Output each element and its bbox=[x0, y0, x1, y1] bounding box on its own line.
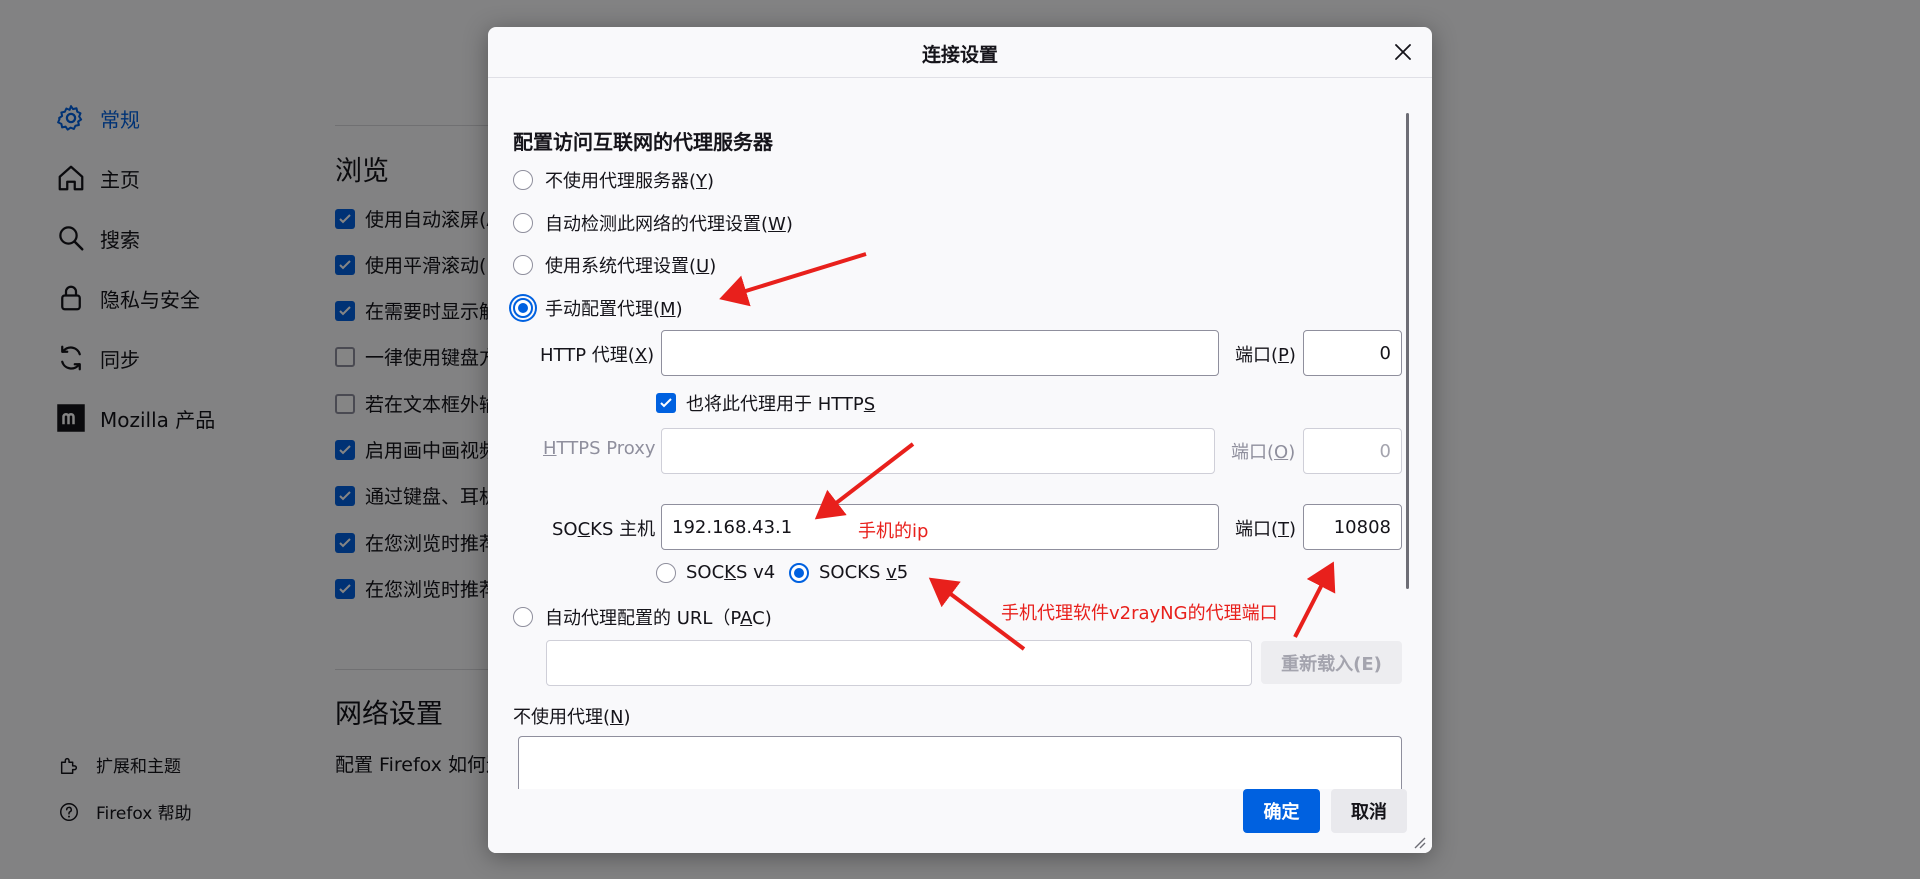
radio-manual-proxy[interactable]: 手动配置代理(M) bbox=[513, 295, 683, 321]
connection-settings-dialog: 连接设置 配置访问互联网的代理服务器 不使用代理服务器(Y) 自动检测此网络的代… bbox=[488, 27, 1432, 853]
dialog-header: 连接设置 bbox=[488, 27, 1432, 78]
https-proxy-label: HTTPS Proxy bbox=[543, 438, 656, 459]
http-port-label: 端口(P) bbox=[1235, 345, 1296, 366]
scrollbar[interactable] bbox=[1406, 113, 1409, 589]
arrow-to-socks-port bbox=[1293, 561, 1336, 638]
radio-auto-detect[interactable]: 自动检测此网络的代理设置(W) bbox=[513, 210, 793, 236]
radio-socks-v4[interactable]: SOCKS v4 bbox=[656, 562, 775, 583]
radio-button-selected[interactable] bbox=[789, 562, 809, 583]
radio-label: SOCKS v5 bbox=[819, 562, 909, 583]
radio-label: SOCKS v4 bbox=[686, 562, 776, 583]
also-https-label: 也将此代理用于 HTTPS bbox=[686, 394, 876, 415]
radio-pac-url[interactable]: 自动代理配置的 URL（PAC) bbox=[513, 604, 772, 630]
https-port-label: 端口(O) bbox=[1231, 442, 1296, 463]
annotation-proxy-port: 手机代理软件v2rayNG的代理端口 bbox=[1001, 603, 1278, 624]
radio-label: 自动检测此网络的代理设置(W) bbox=[545, 214, 793, 235]
arrow-to-manual-proxy bbox=[719, 252, 867, 307]
socks-host-input[interactable]: 192.168.43.1 bbox=[661, 504, 1219, 550]
radio-label: 不使用代理服务器(Y) bbox=[545, 171, 715, 192]
radio-socks-v5[interactable]: SOCKS v5 bbox=[789, 562, 908, 583]
radio-button[interactable] bbox=[513, 213, 533, 233]
radio-label: 使用系统代理设置(U) bbox=[545, 256, 717, 277]
annotation-phone-ip: 手机的ip bbox=[858, 521, 929, 542]
radio-no-proxy[interactable]: 不使用代理服务器(Y) bbox=[513, 167, 714, 193]
radio-button[interactable] bbox=[513, 255, 533, 275]
close-button[interactable] bbox=[1388, 37, 1418, 67]
ok-button[interactable]: 确定 bbox=[1243, 789, 1320, 833]
radio-button-selected[interactable] bbox=[513, 298, 533, 318]
https-proxy-input[interactable] bbox=[661, 428, 1215, 474]
dialog-title: 连接设置 bbox=[921, 44, 998, 66]
pac-url-input[interactable] bbox=[546, 640, 1252, 686]
radio-button[interactable] bbox=[513, 607, 533, 627]
http-proxy-input[interactable] bbox=[661, 330, 1219, 376]
http-proxy-label: HTTP 代理(X) bbox=[540, 345, 655, 366]
close-icon bbox=[1395, 44, 1411, 60]
socks-host-label: SOCKS 主机 bbox=[552, 519, 656, 540]
radio-label: 自动代理配置的 URL（PAC) bbox=[545, 608, 772, 629]
checkbox-checked[interactable] bbox=[656, 393, 676, 413]
radio-label: 手动配置代理(M) bbox=[545, 299, 683, 320]
http-port-input[interactable]: 0 bbox=[1303, 330, 1402, 376]
radio-system-proxy[interactable]: 使用系统代理设置(U) bbox=[513, 252, 716, 278]
reload-button[interactable]: 重新载入(E) bbox=[1261, 641, 1402, 684]
radio-button[interactable] bbox=[656, 562, 676, 583]
socks-port-label: 端口(T) bbox=[1235, 519, 1297, 540]
socks-port-input[interactable]: 10808 bbox=[1303, 504, 1402, 550]
cancel-button[interactable]: 取消 bbox=[1331, 789, 1407, 833]
https-port-input[interactable]: 0 bbox=[1303, 428, 1402, 474]
also-https-checkbox-row[interactable]: 也将此代理用于 HTTPS bbox=[656, 390, 875, 416]
radio-button[interactable] bbox=[513, 170, 533, 190]
no-proxy-label: 不使用代理(N) bbox=[513, 707, 631, 728]
resize-grip-icon[interactable] bbox=[1410, 833, 1426, 849]
proxy-heading: 配置访问互联网的代理服务器 bbox=[513, 130, 773, 154]
